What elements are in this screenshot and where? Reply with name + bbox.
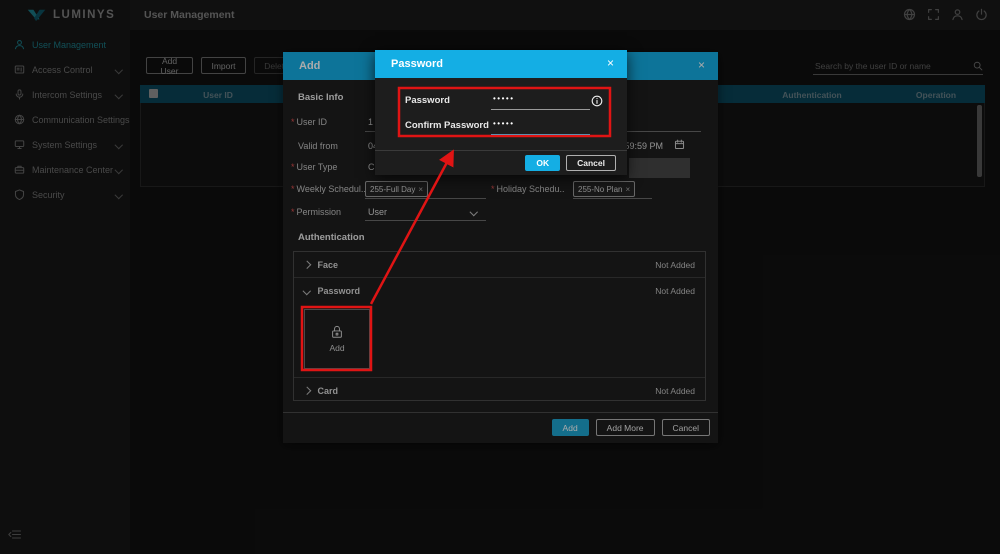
dialog-header: Password × [375,50,627,78]
ok-button[interactable]: OK [525,155,560,171]
password-masked-value[interactable]: ••••• [493,94,515,103]
confirm-password-field-label: Confirm Password [405,120,489,131]
confirm-password-masked-value[interactable]: ••••• [493,119,515,128]
password-dialog: Password × Password ••••• Confirm Passwo… [375,50,627,175]
dialog-title: Password [391,58,443,70]
cancel-button[interactable]: Cancel [566,155,616,171]
password-underline [491,109,590,110]
dialog-footer: OK Cancel [525,155,616,171]
confirm-password-underline [491,134,590,135]
close-icon[interactable]: × [607,56,614,70]
info-icon[interactable] [591,95,603,107]
app-screen: LUMINYS User Management Access Control I… [0,0,1000,554]
footer-divider [375,150,627,151]
password-field-label: Password [405,95,450,106]
